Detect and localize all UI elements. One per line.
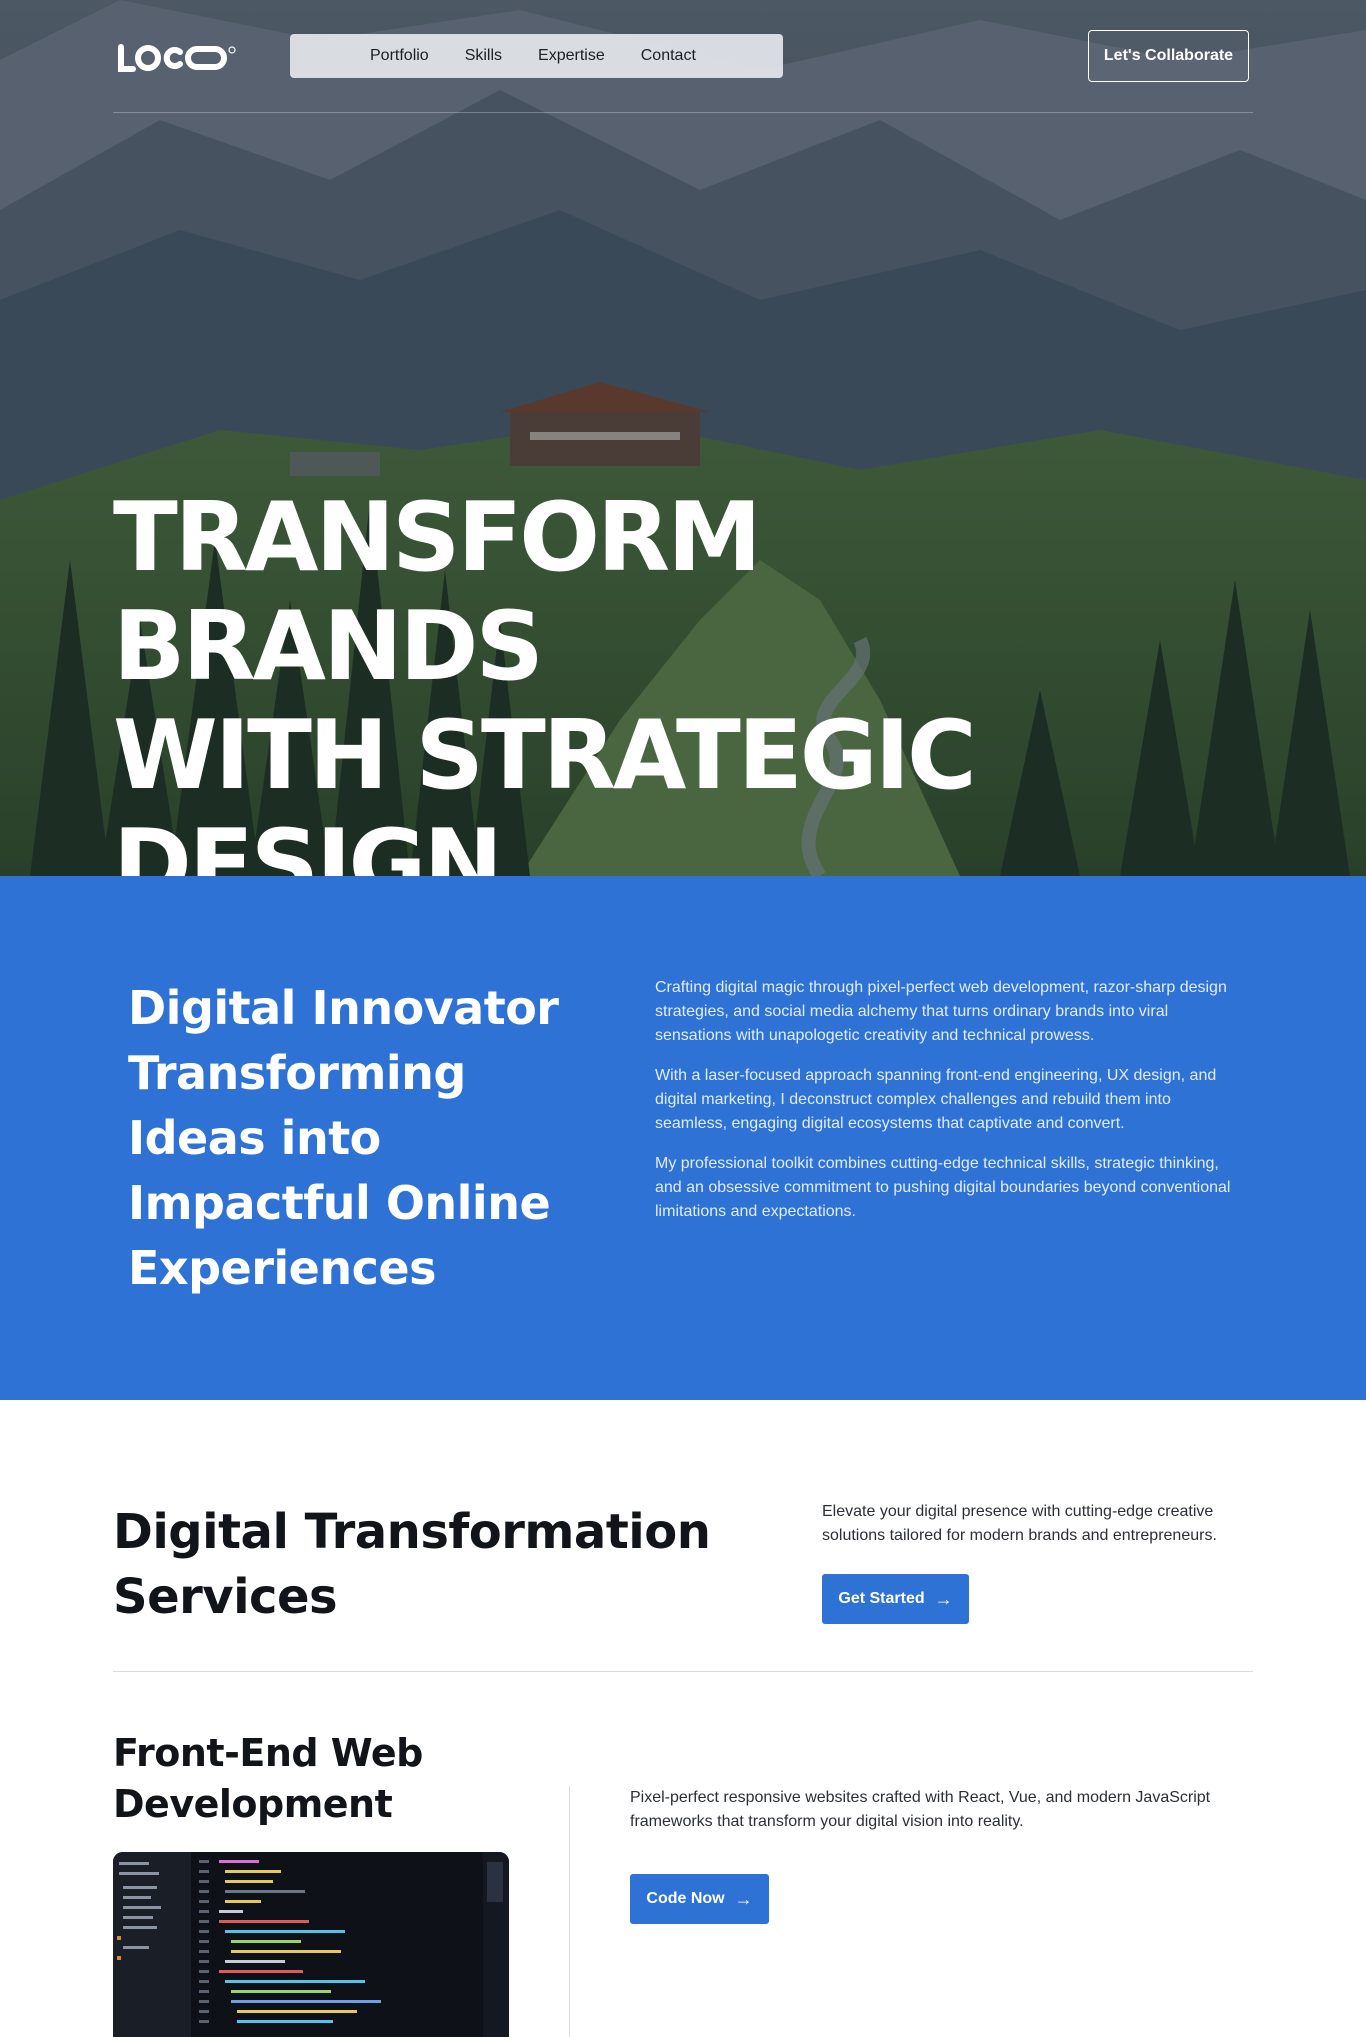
hero-title-line: DESIGN (113, 810, 503, 877)
logo[interactable] (116, 41, 238, 75)
code-now-button[interactable]: Code Now → (630, 1874, 769, 1924)
get-started-button[interactable]: Get Started → (822, 1574, 969, 1624)
hero-title: TRANSFORM BRANDS WITH STRATEGIC DESIGN (113, 483, 1213, 877)
about-paragraph: My professional toolkit combines cutting… (655, 1155, 1231, 1220)
site-header: Portfolio Skills Expertise Contact Let's… (113, 30, 1253, 113)
vertical-divider (569, 1786, 570, 2037)
get-started-label: Get Started (838, 1590, 925, 1607)
nav-skills[interactable]: Skills (465, 47, 502, 65)
about-title: Digital Innovator Transforming Ideas int… (128, 981, 559, 1295)
main-nav: Portfolio Skills Expertise Contact (290, 34, 783, 78)
hero-section: Portfolio Skills Expertise Contact Let's… (0, 0, 1366, 876)
arrow-right-icon: → (934, 1588, 953, 1609)
services-title: Digital Transformation Services (113, 1504, 711, 1625)
about-section: Digital Innovator Transforming Ideas int… (0, 876, 1366, 1400)
nav-expertise[interactable]: Expertise (538, 47, 605, 65)
code-now-label: Code Now (646, 1890, 725, 1907)
hero-title-line: TRANSFORM BRANDS (113, 483, 762, 702)
hero-title-line: WITH STRATEGIC (113, 701, 977, 811)
services-intro: Elevate your digital presence with cutti… (822, 1503, 1217, 1544)
code-editor-image (113, 1852, 509, 2037)
nav-contact[interactable]: Contact (641, 47, 696, 65)
about-copy: Crafting digital magic through pixel-per… (655, 976, 1241, 1240)
nav-portfolio[interactable]: Portfolio (370, 47, 429, 65)
lets-collaborate-button[interactable]: Let's Collaborate (1088, 30, 1249, 82)
about-paragraph: Crafting digital magic through pixel-per… (655, 979, 1227, 1044)
service-description: Pixel-perfect responsive websites crafte… (630, 1789, 1211, 1830)
divider (113, 1671, 1253, 1672)
about-paragraph: With a laser-focused approach spanning f… (655, 1067, 1217, 1132)
arrow-right-icon: → (734, 1888, 753, 1909)
service-title: Front-End Web Development (113, 1731, 423, 1826)
